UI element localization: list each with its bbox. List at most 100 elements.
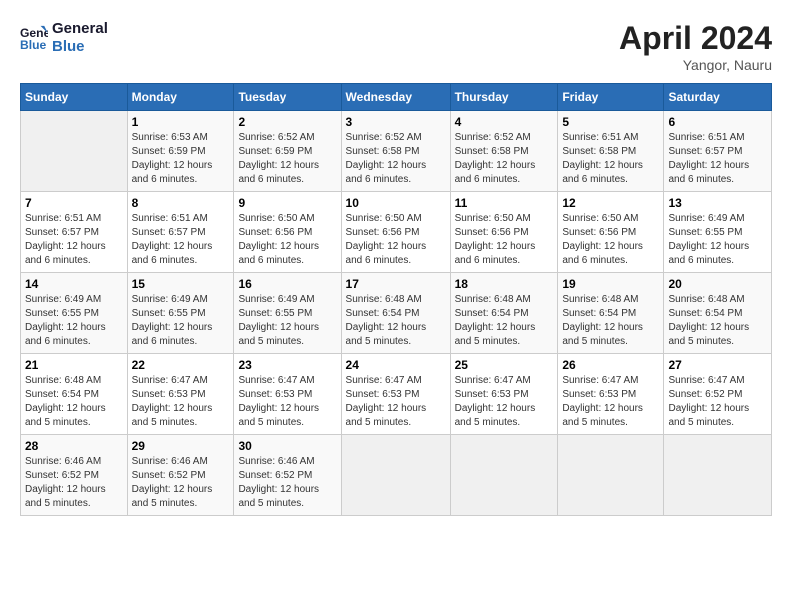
calendar-cell: 4 Sunrise: 6:52 AM Sunset: 6:58 PM Daylig…	[450, 111, 558, 192]
day-content: Sunrise: 6:47 AM Sunset: 6:53 PM Dayligh…	[132, 374, 230, 430]
column-header-monday: Monday	[127, 84, 234, 111]
day-content: Sunrise: 6:53 AM Sunset: 6:59 PM Dayligh…	[132, 131, 230, 187]
column-header-wednesday: Wednesday	[341, 84, 450, 111]
day-number: 10	[346, 196, 446, 210]
calendar-cell: 26Sunrise: 6:47 AM Sunset: 6:53 PM Dayli…	[558, 354, 664, 435]
page-header: General Blue General Blue April 2024 Yan…	[20, 20, 772, 73]
day-content: Sunrise: 6:47 AM Sunset: 6:53 PM Dayligh…	[455, 374, 554, 430]
calendar-cell: 29 Sunrise: 6:46 AM Sunset: 6:52 PM Dayli…	[127, 435, 234, 516]
day-content: Sunrise: 6:46 AM Sunset: 6:52 PM Dayligh…	[132, 455, 230, 511]
day-content: Sunrise: 6:51 AM Sunset: 6:57 PM Dayligh…	[132, 212, 230, 268]
day-number: 22	[132, 358, 230, 372]
day-content: Sunrise: 6:50 AM Sunset: 6:56 PM Dayligh…	[455, 212, 554, 268]
column-header-sunday: Sunday	[21, 84, 128, 111]
logo-icon: General Blue	[20, 24, 48, 52]
title-area: April 2024 Yangor, Nauru	[619, 20, 772, 73]
calendar-cell: 25Sunrise: 6:47 AM Sunset: 6:53 PM Dayli…	[450, 354, 558, 435]
calendar-cell: 3 Sunrise: 6:52 AM Sunset: 6:58 PM Daylig…	[341, 111, 450, 192]
day-content: Sunrise: 6:52 AM Sunset: 6:59 PM Dayligh…	[238, 131, 336, 187]
calendar-cell: 2Sunrise: 6:52 AM Sunset: 6:59 PM Daylig…	[234, 111, 341, 192]
day-number: 8	[132, 196, 230, 210]
calendar-cell: 21 Sunrise: 6:48 AM Sunset: 6:54 PM Dayli…	[21, 354, 128, 435]
month-title: April 2024	[619, 20, 772, 57]
day-number: 15	[132, 277, 230, 291]
day-number: 18	[455, 277, 554, 291]
calendar-cell: 9 Sunrise: 6:50 AM Sunset: 6:56 PM Daylig…	[234, 192, 341, 273]
day-content: Sunrise: 6:49 AM Sunset: 6:55 PM Dayligh…	[668, 212, 767, 268]
calendar-cell: 17 Sunrise: 6:48 AM Sunset: 6:54 PM Dayli…	[341, 273, 450, 354]
day-number: 14	[25, 277, 123, 291]
day-content: Sunrise: 6:51 AM Sunset: 6:57 PM Dayligh…	[668, 131, 767, 187]
calendar-cell: 30 Sunrise: 6:46 AM Sunset: 6:52 PM Dayli…	[234, 435, 341, 516]
day-number: 29	[132, 439, 230, 453]
day-content: Sunrise: 6:51 AM Sunset: 6:57 PM Dayligh…	[25, 212, 123, 268]
calendar-cell: 10 Sunrise: 6:50 AM Sunset: 6:56 PM Dayli…	[341, 192, 450, 273]
calendar-cell: 20Sunrise: 6:48 AM Sunset: 6:54 PM Dayli…	[664, 273, 772, 354]
day-content: Sunrise: 6:48 AM Sunset: 6:54 PM Dayligh…	[562, 293, 659, 349]
day-number: 21	[25, 358, 123, 372]
week-row-4: 21 Sunrise: 6:48 AM Sunset: 6:54 PM Dayli…	[21, 354, 772, 435]
day-number: 3	[346, 115, 446, 129]
day-content: Sunrise: 6:52 AM Sunset: 6:58 PM Dayligh…	[455, 131, 554, 187]
calendar-cell: 16 Sunrise: 6:49 AM Sunset: 6:55 PM Dayli…	[234, 273, 341, 354]
day-number: 20	[668, 277, 767, 291]
day-content: Sunrise: 6:48 AM Sunset: 6:54 PM Dayligh…	[346, 293, 446, 349]
calendar-cell: 5 Sunrise: 6:51 AM Sunset: 6:58 PM Daylig…	[558, 111, 664, 192]
calendar-cell: 27Sunrise: 6:47 AM Sunset: 6:52 PM Dayli…	[664, 354, 772, 435]
column-header-saturday: Saturday	[664, 84, 772, 111]
calendar-cell	[21, 111, 128, 192]
calendar-cell: 23Sunrise: 6:47 AM Sunset: 6:53 PM Dayli…	[234, 354, 341, 435]
calendar-cell: 24Sunrise: 6:47 AM Sunset: 6:53 PM Dayli…	[341, 354, 450, 435]
week-row-1: 1Sunrise: 6:53 AM Sunset: 6:59 PM Daylig…	[21, 111, 772, 192]
day-number: 5	[562, 115, 659, 129]
calendar-cell	[664, 435, 772, 516]
day-content: Sunrise: 6:50 AM Sunset: 6:56 PM Dayligh…	[346, 212, 446, 268]
day-content: Sunrise: 6:52 AM Sunset: 6:58 PM Dayligh…	[346, 131, 446, 187]
day-content: Sunrise: 6:49 AM Sunset: 6:55 PM Dayligh…	[25, 293, 123, 349]
calendar-cell: 7 Sunrise: 6:51 AM Sunset: 6:57 PM Daylig…	[21, 192, 128, 273]
column-header-thursday: Thursday	[450, 84, 558, 111]
day-content: Sunrise: 6:46 AM Sunset: 6:52 PM Dayligh…	[238, 455, 336, 511]
day-number: 11	[455, 196, 554, 210]
day-number: 28	[25, 439, 123, 453]
day-number: 13	[668, 196, 767, 210]
calendar-cell: 8 Sunrise: 6:51 AM Sunset: 6:57 PM Daylig…	[127, 192, 234, 273]
calendar-cell: 28 Sunrise: 6:46 AM Sunset: 6:52 PM Dayli…	[21, 435, 128, 516]
calendar-cell: 1Sunrise: 6:53 AM Sunset: 6:59 PM Daylig…	[127, 111, 234, 192]
svg-text:Blue: Blue	[20, 38, 47, 52]
day-number: 24	[346, 358, 446, 372]
week-row-3: 14 Sunrise: 6:49 AM Sunset: 6:55 PM Dayli…	[21, 273, 772, 354]
day-content: Sunrise: 6:47 AM Sunset: 6:52 PM Dayligh…	[668, 374, 767, 430]
day-number: 30	[238, 439, 336, 453]
day-content: Sunrise: 6:47 AM Sunset: 6:53 PM Dayligh…	[238, 374, 336, 430]
calendar-cell: 19 Sunrise: 6:48 AM Sunset: 6:54 PM Dayli…	[558, 273, 664, 354]
column-header-tuesday: Tuesday	[234, 84, 341, 111]
day-content: Sunrise: 6:46 AM Sunset: 6:52 PM Dayligh…	[25, 455, 123, 511]
day-content: Sunrise: 6:49 AM Sunset: 6:55 PM Dayligh…	[132, 293, 230, 349]
calendar-cell: 6Sunrise: 6:51 AM Sunset: 6:57 PM Daylig…	[664, 111, 772, 192]
day-number: 12	[562, 196, 659, 210]
calendar-cell: 14 Sunrise: 6:49 AM Sunset: 6:55 PM Dayli…	[21, 273, 128, 354]
week-row-2: 7 Sunrise: 6:51 AM Sunset: 6:57 PM Daylig…	[21, 192, 772, 273]
day-content: Sunrise: 6:49 AM Sunset: 6:55 PM Dayligh…	[238, 293, 336, 349]
day-content: Sunrise: 6:51 AM Sunset: 6:58 PM Dayligh…	[562, 131, 659, 187]
column-header-friday: Friday	[558, 84, 664, 111]
day-number: 7	[25, 196, 123, 210]
day-content: Sunrise: 6:48 AM Sunset: 6:54 PM Dayligh…	[25, 374, 123, 430]
calendar-cell	[341, 435, 450, 516]
logo: General Blue General Blue	[20, 20, 108, 56]
header-row: SundayMondayTuesdayWednesdayThursdayFrid…	[21, 84, 772, 111]
day-number: 4	[455, 115, 554, 129]
day-number: 19	[562, 277, 659, 291]
day-number: 9	[238, 196, 336, 210]
day-content: Sunrise: 6:50 AM Sunset: 6:56 PM Dayligh…	[238, 212, 336, 268]
calendar-cell: 15 Sunrise: 6:49 AM Sunset: 6:55 PM Dayli…	[127, 273, 234, 354]
calendar-cell: 22 Sunrise: 6:47 AM Sunset: 6:53 PM Dayli…	[127, 354, 234, 435]
calendar-cell: 11 Sunrise: 6:50 AM Sunset: 6:56 PM Dayli…	[450, 192, 558, 273]
logo-text-blue: Blue	[52, 38, 108, 56]
calendar-table: SundayMondayTuesdayWednesdayThursdayFrid…	[20, 83, 772, 516]
calendar-cell: 13 Sunrise: 6:49 AM Sunset: 6:55 PM Dayli…	[664, 192, 772, 273]
day-number: 16	[238, 277, 336, 291]
day-number: 17	[346, 277, 446, 291]
calendar-cell: 12Sunrise: 6:50 AM Sunset: 6:56 PM Dayli…	[558, 192, 664, 273]
